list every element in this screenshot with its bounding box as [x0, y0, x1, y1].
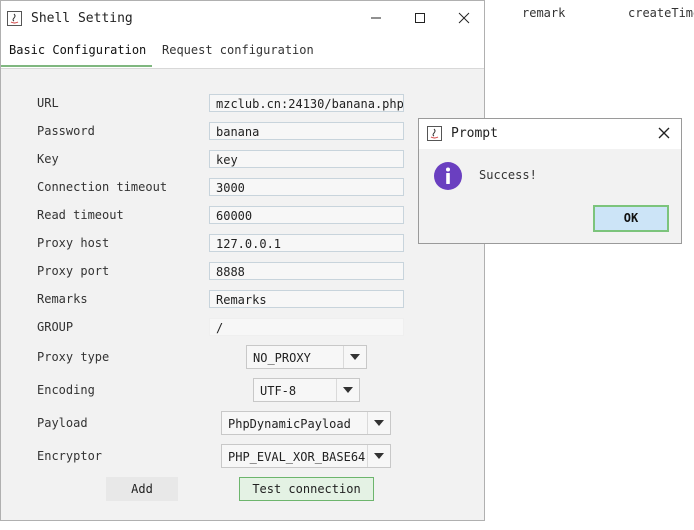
dialog-title: Prompt: [451, 126, 498, 141]
proxy-type-value: NO_PROXY: [253, 351, 311, 365]
encoding-label: Encoding: [37, 383, 95, 397]
encryptor-label: Encryptor: [37, 449, 103, 463]
close-button[interactable]: [442, 1, 486, 35]
proxy-host-field[interactable]: 127.0.0.1: [209, 234, 404, 252]
proxy-port-label: Proxy port: [37, 264, 110, 278]
proxy-port-field[interactable]: 8888: [209, 262, 404, 280]
connection-timeout-field[interactable]: 3000: [209, 178, 404, 196]
proxy-type-select[interactable]: NO_PROXY: [246, 345, 367, 369]
dialog-message: Success!: [479, 168, 537, 182]
maximize-button[interactable]: [398, 1, 442, 35]
group-field[interactable]: /: [209, 318, 404, 336]
proxy-type-label: Proxy type: [37, 350, 110, 364]
url-field[interactable]: mzclub.cn:24130/banana.php: [209, 94, 404, 112]
remarks-field[interactable]: Remarks: [209, 290, 404, 308]
dropdown-arrow-icon: [367, 412, 390, 434]
payload-value: PhpDynamicPayload: [228, 417, 351, 431]
encryptor-select[interactable]: PHP_EVAL_XOR_BASE64: [221, 444, 391, 468]
maximize-icon: [415, 13, 425, 23]
minimize-icon: [371, 17, 381, 19]
prompt-dialog: Prompt Success! OK: [418, 118, 682, 244]
active-tab-indicator: [1, 65, 152, 67]
encoding-select[interactable]: UTF-8: [253, 378, 360, 402]
close-icon: [458, 12, 470, 24]
group-label: GROUP: [37, 320, 74, 334]
dropdown-arrow-icon: [367, 445, 390, 467]
column-header-remark[interactable]: remark: [522, 6, 565, 20]
window-titlebar[interactable]: Shell Setting: [1, 1, 484, 35]
dialog-titlebar[interactable]: Prompt: [419, 119, 681, 149]
encryptor-value: PHP_EVAL_XOR_BASE64: [228, 450, 366, 464]
tab-basic-configuration[interactable]: Basic Configuration: [9, 43, 146, 57]
tab-bar: Basic Configuration Request configuratio…: [1, 35, 484, 69]
java-app-icon: [7, 11, 22, 26]
minimize-button[interactable]: [354, 1, 398, 35]
proxy-host-label: Proxy host: [37, 236, 110, 250]
password-label: Password: [37, 124, 95, 138]
password-field[interactable]: banana: [209, 122, 404, 140]
shell-setting-window: Shell Setting Basic Configuration Reques…: [0, 0, 485, 521]
dropdown-arrow-icon: [343, 346, 366, 368]
remarks-label: Remarks: [37, 292, 88, 306]
read-timeout-field[interactable]: 60000: [209, 206, 404, 224]
connection-timeout-label: Connection timeout: [37, 180, 168, 194]
java-app-icon: [427, 126, 442, 141]
payload-label: Payload: [37, 416, 88, 430]
payload-select[interactable]: PhpDynamicPayload: [221, 411, 391, 435]
tab-request-configuration[interactable]: Request configuration: [162, 43, 314, 57]
ok-button[interactable]: OK: [593, 205, 669, 232]
read-timeout-label: Read timeout: [37, 208, 124, 222]
add-button[interactable]: Add: [106, 477, 178, 501]
key-field[interactable]: key: [209, 150, 404, 168]
encoding-value: UTF-8: [260, 384, 297, 398]
info-icon: [434, 162, 462, 190]
test-connection-button[interactable]: Test connection: [239, 477, 374, 501]
window-title: Shell Setting: [31, 11, 133, 26]
dropdown-arrow-icon: [336, 379, 359, 401]
close-icon[interactable]: [657, 126, 671, 140]
url-label: URL: [37, 96, 59, 110]
column-header-createtime[interactable]: createTime: [628, 6, 694, 20]
key-label: Key: [37, 152, 59, 166]
